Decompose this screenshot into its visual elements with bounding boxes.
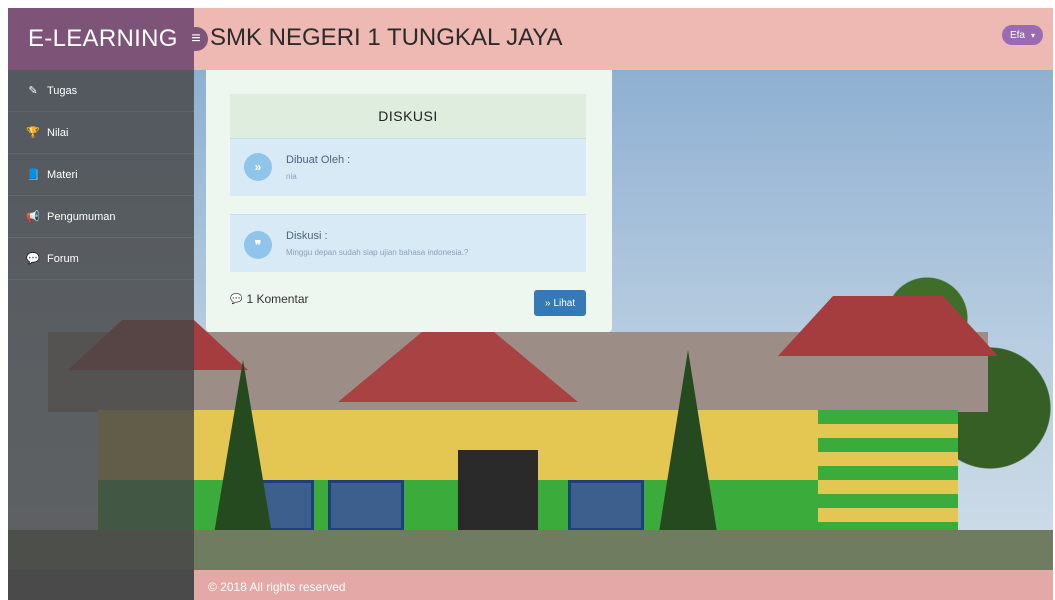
- comments-icon: 💬: [26, 253, 40, 265]
- author-info-box: » Dibuat Oleh : nia: [230, 138, 586, 196]
- sidebar-item-label: Tugas: [47, 84, 78, 97]
- bullhorn-icon: 📢: [26, 211, 40, 223]
- sidebar-item-forum[interactable]: 💬 Forum: [8, 238, 194, 280]
- sidebar-item-label: Materi: [47, 168, 78, 181]
- discussion-info-box: ❞ Diskusi : Minggu depan sudah siap ujia…: [230, 214, 586, 272]
- trophy-icon: 🏆: [26, 127, 40, 139]
- user-name: Efa: [1009, 29, 1025, 41]
- author-label: Dibuat Oleh :: [286, 154, 351, 166]
- pencil-icon: ✎: [28, 85, 38, 97]
- discussion-card: DISKUSI » Dibuat Oleh : nia ❞ Diskusi : …: [206, 70, 612, 332]
- discussion-heading: DISKUSI: [230, 94, 586, 138]
- brand[interactable]: E-LEARNING: [8, 8, 194, 70]
- sidebar-item-materi[interactable]: 📘 Materi: [8, 154, 194, 196]
- sidebar-item-label: Forum: [47, 252, 79, 265]
- view-button[interactable]: » Lihat: [534, 290, 586, 316]
- sidebar-item-label: Pengumuman: [47, 210, 116, 223]
- comment-count: 💬 1 Komentar: [230, 292, 309, 306]
- sidebar-toggle-icon[interactable]: ≡: [184, 27, 208, 51]
- comments-icon: 💬: [230, 293, 243, 305]
- footer: © 2018 All rights reserved: [8, 570, 1053, 600]
- building-window: [568, 480, 644, 531]
- sidebar-item-tugas[interactable]: ✎ Tugas: [8, 70, 194, 112]
- discussion-label: Diskusi :: [286, 230, 328, 242]
- building-window: [328, 480, 404, 531]
- angle-double-right-icon: »: [244, 153, 272, 181]
- comment-count-label: 1 Komentar: [246, 292, 309, 306]
- quote-icon: ❞: [244, 231, 272, 259]
- sidebar-item-nilai[interactable]: 🏆 Nilai: [8, 112, 194, 154]
- author-value: nia: [286, 172, 297, 181]
- book-icon: 📘: [26, 169, 40, 181]
- caret-down-icon: ▾: [1030, 30, 1035, 40]
- discussion-text: Minggu depan sudah siap ujian bahasa ind…: [286, 248, 469, 257]
- app-frame: E-LEARNING ≡ SMK NEGERI 1 TUNGKAL JAYA E…: [8, 8, 1053, 600]
- footer-sidebar-strip: [8, 570, 194, 600]
- sidebar-item-pengumuman[interactable]: 📢 Pengumuman: [8, 196, 194, 238]
- brand-text: E-LEARNING: [28, 25, 178, 52]
- sidebar-item-label: Nilai: [47, 126, 69, 139]
- angle-double-right-icon: »: [544, 297, 551, 309]
- sidebar: ✎ Tugas 🏆 Nilai 📘 Materi 📢 Pengumuman 💬 …: [8, 70, 194, 570]
- user-menu-button[interactable]: Efa ▾: [1001, 25, 1043, 45]
- view-button-label: Lihat: [553, 297, 576, 309]
- page-title: SMK NEGERI 1 TUNGKAL JAYA: [210, 24, 563, 51]
- copyright-text: © 2018 All rights reserved: [208, 580, 346, 594]
